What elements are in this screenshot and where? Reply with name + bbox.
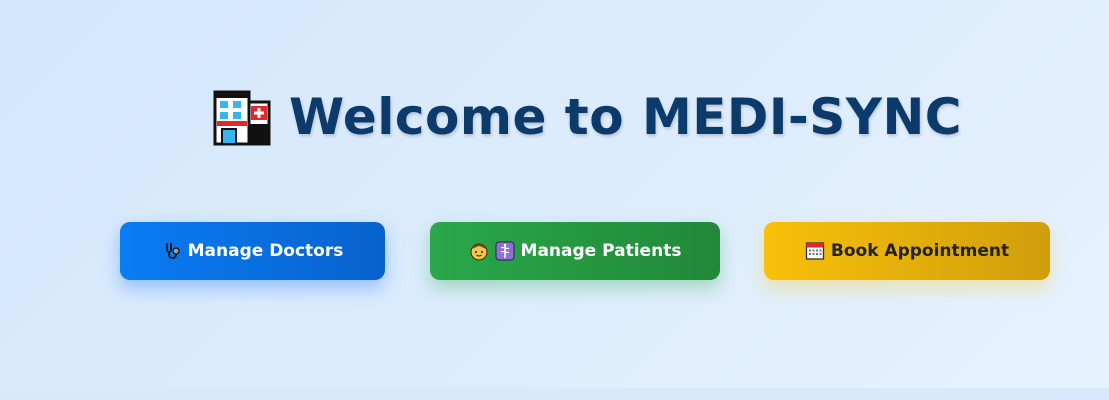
stethoscope-icon: [162, 241, 182, 261]
boy-face-icon: [469, 241, 489, 261]
manage-doctors-label: Manage Doctors: [187, 241, 344, 261]
book-appointment-button[interactable]: Book Appointment: [764, 222, 1050, 280]
calendar-icon: [805, 241, 825, 261]
manage-doctors-button[interactable]: Manage Doctors: [120, 222, 385, 280]
hospital-icon: [213, 88, 271, 146]
book-appointment-label: Book Appointment: [830, 241, 1010, 261]
title-row: Welcome to MEDI-SYNC: [0, 88, 1109, 146]
footer-strip: [0, 388, 1109, 400]
manage-patients-button[interactable]: Manage Patients: [430, 222, 720, 280]
manage-patients-label: Manage Patients: [520, 241, 682, 261]
page-title: Welcome to MEDI-SYNC: [288, 88, 962, 146]
medical-symbol-icon: [495, 241, 515, 261]
hero-section: Welcome to MEDI-SYNC Manage Doctors Mana…: [0, 0, 1109, 388]
